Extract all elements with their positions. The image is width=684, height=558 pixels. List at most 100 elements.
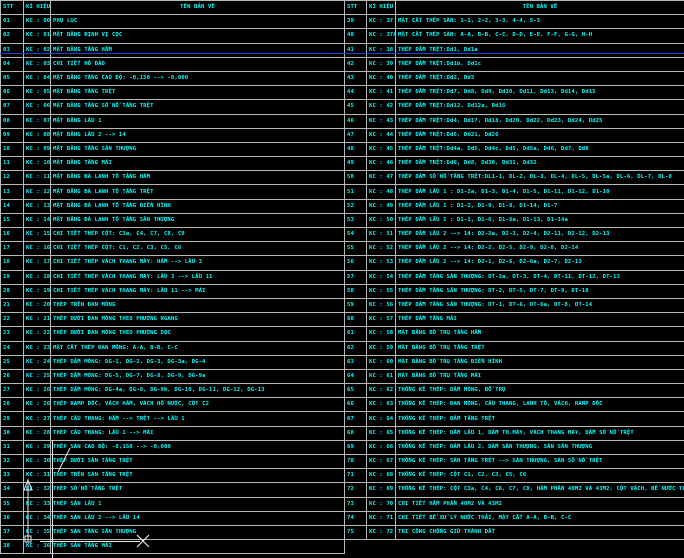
row-kihieu: KC : 07 <box>23 113 51 129</box>
table-row: 21 KC : 20 THÉP TRÊN ĐAN MÓNG <box>0 297 345 314</box>
row-stt: 19 <box>0 269 24 285</box>
table-row: 71 KC : 68 THỐNG KÊ THÉP: CỘT C1, C2, C3, … <box>344 468 684 484</box>
table-row: 74 KC : 71 CHI TIẾT BỂ XỬ LÝ NƯỚC THẢI, MẶ… <box>344 510 684 526</box>
cad-drawing-canvas[interactable]: STT KÍ HIỆU TÊN BẢN VẼ 01 KC : 00 PHỤ LỤC 0… <box>0 0 684 558</box>
row-title: THỐNG KÊ THÉP: SÀN TẦNG TRỆT --> SÀN THƯ… <box>395 453 684 470</box>
table-row: 19 KC : 18 CHI TIẾT THÉP VÁCH THANG MÁY: L… <box>0 269 345 285</box>
row-title: MẶT BẰNG BỐ TRỤ TẦNG ĐIỂN HÌNH <box>395 354 684 370</box>
row-kihieu: KC : 59 <box>366 340 396 356</box>
row-stt: 37 <box>0 524 24 541</box>
row-kihieu: KC : 13 <box>23 198 51 214</box>
row-kihieu: KC : 30 <box>23 453 51 470</box>
row-title: THÉP DẦM TẦNG SÂN THƯỢNG: DT-2, DT-5, DT… <box>395 283 684 299</box>
row-stt: 13 <box>0 184 24 200</box>
row-stt: 18 <box>0 255 24 271</box>
header-kihieu: KÍ HIỆU <box>366 0 396 16</box>
table-row: 20 KC : 19 CHI TIẾT THÉP VÁCH THANG MÁY: L… <box>0 283 345 299</box>
row-title: CHI TIẾT BỂ XỬ LÝ NƯỚC THẢI, MẶT CẮT A-A… <box>395 510 684 526</box>
row-stt: 65 <box>344 383 367 399</box>
row-stt: 04 <box>0 56 24 72</box>
row-title: THỐNG KÊ THÉP: CỘT C1, C2, C3, C5, C6 <box>395 468 684 484</box>
table-row: 75 KC : 72 THI CÔNG CHỐNG GIỮ THÀNH ĐẤT <box>344 524 684 541</box>
table-row: 65 KC : 62 THỐNG KÊ THÉP: DẦM MÓNG, BỔ TRỤ <box>344 383 684 399</box>
row-kihieu: KC : 11 <box>23 170 51 186</box>
row-title: THÉP DẦM TRỆT:Dd2, Dd3 <box>395 70 684 87</box>
row-stt: 63 <box>344 354 367 370</box>
row-title: THỐNG KÊ THÉP: DẦM MÓNG, BỔ TRỤ <box>395 383 684 399</box>
row-title: THỐNG KÊ THÉP: DẦM TẦNG TRỆT <box>395 411 684 427</box>
row-stt: 67 <box>344 411 367 427</box>
row-title: THÉP SÀN CAO ĐỘ: -0,150 --> -0,000 <box>50 439 345 456</box>
row-title: MẶT BẰNG BỐ TRỤ TẦNG HẦM <box>395 326 684 342</box>
row-stt: 53 <box>344 212 367 229</box>
row-stt: 25 <box>0 354 24 370</box>
table-row: 67 KC : 64 THỐNG KÊ THÉP: DẦM TẦNG TRỆT <box>344 411 684 427</box>
table-row: 43 KC : 40 THÉP DẦM TRỆT:Dd2, Dd3 <box>344 70 684 87</box>
table-row: 60 KC : 57 THÉP DẦM TẦNG MÁI <box>344 312 684 328</box>
table-header-row: STT KÍ HIỆU TÊN BẢN VẼ <box>344 0 684 16</box>
row-stt: 07 <box>0 99 24 115</box>
row-kihieu: KC : 37 <box>366 14 396 30</box>
table-row: 24 KC : 23 MẶT CẮT THÉP ĐAN MÓNG: A-A, B-B… <box>0 340 345 356</box>
row-stt: 68 <box>344 425 367 441</box>
row-title: THÉP DƯỚI ĐAN MÓNG THEO PHƯƠNG NGANG <box>50 312 345 328</box>
table-row: 23 KC : 22 THÉP DƯỚI ĐAN MÓNG THEO PHƯƠNG … <box>0 326 345 342</box>
table-row: 55 KC : 52 THÉP DẦM LẦU 2 --> 14: D2-2, D2… <box>344 241 684 257</box>
row-kihieu: KC : 57 <box>366 312 396 328</box>
row-title: CHI TIẾT HẦM PHẦN 40M2 VÀ 43M2 <box>395 496 684 512</box>
row-kihieu: KC : 68 <box>366 468 396 484</box>
row-title: THỐNG KÊ THÉP: DẦM LẦU 1, DẦM TH.MÁY, VÁ… <box>395 425 684 441</box>
row-title: THÉP DẦM MÓNG: DG-4a, DG-6, DG-9b, DG-10… <box>50 383 345 399</box>
row-title: THÉP DẦM TRỆT:Dd5, Dd21, Dd26 <box>395 127 684 143</box>
row-stt: 48 <box>344 141 367 158</box>
table-row: 27 KC : 26 THÉP DẦM MÓNG: DG-4a, DG-6, DG-… <box>0 383 345 399</box>
row-stt: 55 <box>344 241 367 257</box>
row-kihieu: KC : 28 <box>23 425 51 441</box>
row-title: THI CÔNG CHỐNG GIỮ THÀNH ĐẤT <box>395 524 684 541</box>
row-kihieu: KC : 62 <box>366 383 396 399</box>
row-kihieu: KC : 02 <box>23 42 51 58</box>
row-title: THỐNG KÊ THÉP: CỘT C3a, C4, C6, C7, C8, … <box>395 482 684 498</box>
row-stt: 61 <box>344 326 367 342</box>
table-row: 02 KC : 01 MẶT BẰNG ĐỊNH VỊ CỌC <box>0 28 345 44</box>
row-stt: 10 <box>0 141 24 158</box>
row-stt: 62 <box>344 340 367 356</box>
table-row: 08 KC : 07 MẶT BẰNG LẦU 1 <box>0 113 345 129</box>
row-kihieu: KC : 56 <box>366 297 396 314</box>
table-row: 40 KC : 37A MẶT CẮT THÉP SÀN: A-A, B-B, C-… <box>344 28 684 44</box>
row-title: MẶT BẰNG BỐ TRỤ TẦNG MÁI <box>395 368 684 385</box>
row-stt: 09 <box>0 127 24 143</box>
table-row: 46 KC : 43 THÉP DẦM TRỆT:Dd4, Dd17, Dd18, … <box>344 113 684 129</box>
header-ten-ban-ve: TÊN BẢN VẼ <box>395 0 684 16</box>
row-title: THÉP DẦM TRỆT:Dd6, Dd8, Dd30, Dd31, Dd32 <box>395 156 684 172</box>
snap-marker-icon <box>58 448 71 472</box>
table-row: 06 KC : 05 MẶT BẰNG TẦNG TRỆT <box>0 85 345 101</box>
row-title: PHỤ LỤC <box>50 14 345 30</box>
row-stt: 45 <box>344 99 367 115</box>
table-row: 39 KC : 37 MẶT CẮT THÉP SÀN: 1-1, 2-2, 3-3… <box>344 14 684 30</box>
row-title: THÉP CẦU THANG: LẦU 1 --> MÁI <box>50 425 345 441</box>
row-title: MẶT CẮT THÉP SÀN: 1-1, 2-2, 3-3, 4-4, 5-… <box>395 14 684 30</box>
row-kihieu: KC : 26 <box>23 383 51 399</box>
row-stt: 51 <box>344 184 367 200</box>
table-row: 51 KC : 48 THÉP DẦM LẦU 1 : D1-2a, D1-3, D… <box>344 184 684 200</box>
table-row: 11 KC : 10 MẶT BẰNG TẦNG MÁI <box>0 156 345 172</box>
row-kihieu: KC : 08 <box>23 127 51 143</box>
row-kihieu: KC : 20 <box>23 297 51 314</box>
row-kihieu: KC : 15 <box>23 226 51 243</box>
row-kihieu: KC : 26 <box>23 397 51 413</box>
row-title: THÉP TRÊN ĐAN MÓNG <box>50 297 345 314</box>
drawing-list-table-right: STT KÍ HIỆU TÊN BẢN VẼ 39 KC : 37 MẶT CẮT … <box>344 0 684 541</box>
row-stt: 47 <box>344 127 367 143</box>
row-title: THÉP DẦM LẦU 1 : D1-1, D1-6, D1-6a, D1-1… <box>395 212 684 229</box>
crosshair-cursor-horizontal <box>40 541 140 542</box>
row-title: THÉP DẦM LẦU 2 --> 14: D2-2, D2-5, D2-9,… <box>395 241 684 257</box>
row-kihieu: KC : 52 <box>366 241 396 257</box>
table-row: 44 KC : 41 THÉP DẦM TRỆT:Dd7, Dd8, Dd9, Dd… <box>344 85 684 101</box>
row-title: MẶT BẰNG ĐỊNH VỊ CỌC <box>50 28 345 44</box>
row-kihieu: KC : 54 <box>366 269 396 285</box>
table-row: 69 KC : 66 THỐNG KÊ THÉP: DẦM LẦU 2, DẦM S… <box>344 439 684 456</box>
row-kihieu: KC : 48 <box>366 184 396 200</box>
row-kihieu: KC : 55 <box>366 283 396 299</box>
row-stt: 30 <box>0 425 24 441</box>
